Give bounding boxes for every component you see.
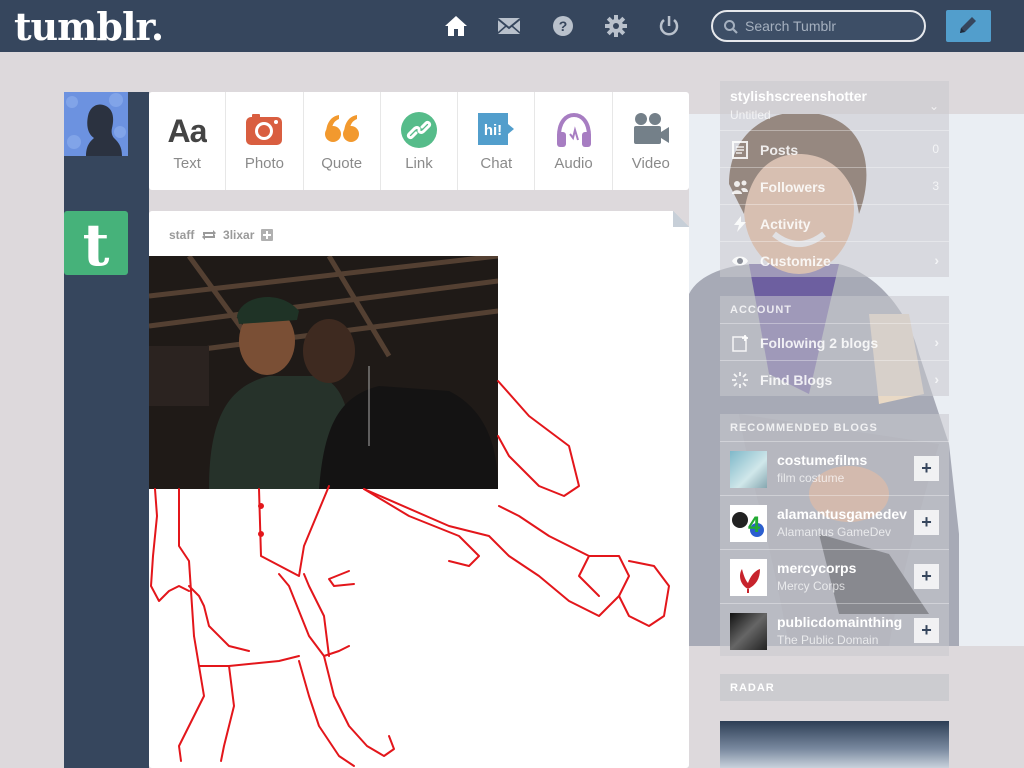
post-type-photo[interactable]: Photo — [226, 92, 304, 190]
search-icon — [724, 20, 738, 34]
chevron-down-icon: ⌄ — [928, 99, 939, 113]
post-author-link[interactable]: staff — [169, 228, 194, 242]
text-icon: Aa — [168, 113, 207, 149]
account-menu: ACCOUNT Following 2 blogs › Find Blogs › — [720, 296, 949, 396]
gear-icon[interactable] — [603, 13, 629, 39]
radar-post-preview[interactable] — [720, 721, 949, 768]
blog-thumbnail — [730, 559, 767, 596]
post-header: staff 3lixar — [169, 227, 273, 242]
follow-button[interactable]: + — [914, 564, 939, 589]
blog-header[interactable]: stylishscreenshotter Untitled ⌄ — [720, 81, 949, 130]
svg-text:t: t — [83, 211, 110, 275]
follow-button[interactable]: + — [914, 456, 939, 481]
pencil-icon — [960, 17, 976, 33]
blog-name: stylishscreenshotter — [730, 88, 867, 104]
post-type-text[interactable]: Aa Text — [149, 92, 227, 190]
reblog-icon — [201, 229, 216, 240]
blog-thumbnail — [730, 613, 767, 650]
mail-icon[interactable] — [496, 13, 522, 39]
follow-plus-icon[interactable] — [260, 228, 273, 241]
account-heading: ACCOUNT — [730, 304, 792, 316]
follow-button[interactable]: + — [914, 510, 939, 535]
avatar[interactable] — [64, 92, 128, 156]
recommended-heading: RECOMMENDED BLOGS — [730, 422, 878, 434]
sidebar-item-posts[interactable]: Posts 0 — [720, 130, 949, 167]
sidebar-item-followers[interactable]: Followers 3 — [720, 167, 949, 204]
post-type-quote[interactable]: Quote — [304, 92, 381, 190]
chevron-right-icon: › — [934, 371, 939, 387]
svg-text:?: ? — [559, 18, 568, 34]
chevron-right-icon: › — [934, 252, 939, 268]
reblogged-from-link[interactable]: 3lixar — [223, 228, 254, 242]
blog-thumbnail — [730, 451, 767, 488]
svg-text:hi!: hi! — [484, 122, 502, 139]
post-photo[interactable] — [149, 256, 498, 489]
tumblr-t-icon: t — [83, 211, 110, 279]
radar-heading: RADAR — [720, 674, 949, 701]
home-icon[interactable] — [443, 13, 469, 39]
post-fold-corner[interactable] — [673, 211, 689, 227]
posts-icon — [732, 141, 748, 159]
post-type-video[interactable]: Video — [613, 92, 689, 190]
recommended-blog-item[interactable]: publicdomainthing The Public Domain + — [720, 603, 949, 657]
post-type-audio[interactable]: Audio — [535, 92, 613, 190]
eye-icon — [732, 256, 748, 266]
recommended-blog-item[interactable]: costumefilms film costume + — [720, 441, 949, 495]
blog-thumbnail: 4 — [730, 505, 767, 542]
search-box[interactable] — [711, 10, 926, 42]
help-icon[interactable]: ? — [550, 13, 576, 39]
chat-icon: hi! — [478, 113, 515, 145]
recommended-blogs: RECOMMENDED BLOGS costumefilms film cost… — [720, 414, 949, 656]
post-type-link[interactable]: Link — [381, 92, 459, 190]
sidebar-item-customize[interactable]: Customize › — [720, 241, 949, 278]
find-blogs-icon — [732, 372, 748, 388]
quote-icon — [324, 115, 359, 142]
sidebar-item-following[interactable]: Following 2 blogs › — [720, 323, 949, 360]
staff-avatar[interactable]: t — [64, 211, 128, 279]
followers-icon — [732, 180, 748, 194]
recommended-blog-item[interactable]: mercycorps Mercy Corps + — [720, 549, 949, 603]
search-input[interactable] — [745, 17, 915, 35]
blog-subtitle: Untitled — [730, 108, 771, 122]
dashboard-left-rail — [64, 92, 149, 768]
svg-text:4: 4 — [748, 512, 761, 537]
headphones-icon — [556, 112, 591, 147]
video-camera-icon — [633, 113, 669, 144]
recommended-blog-item[interactable]: 4 alamantusgamedev Alamantus GameDev + — [720, 495, 949, 549]
activity-icon — [734, 216, 746, 232]
power-icon[interactable] — [656, 13, 682, 39]
blog-menu: stylishscreenshotter Untitled ⌄ Posts 0 … — [720, 81, 949, 277]
svg-text:Aa: Aa — [168, 113, 207, 149]
following-icon — [732, 335, 748, 352]
post-type-chat[interactable]: hi! Chat — [458, 92, 536, 190]
sidebar-item-activity[interactable]: Activity — [720, 204, 949, 241]
top-navigation-bar: tumblr. ? — [0, 0, 1024, 52]
link-icon — [400, 112, 437, 148]
sidebar-item-find-blogs[interactable]: Find Blogs › — [720, 360, 949, 397]
tumblr-logo[interactable]: tumblr. — [14, 4, 164, 49]
compose-post-button[interactable] — [946, 10, 991, 42]
post-type-selector: Aa Text Photo Quote Link hi! Chat Audio … — [149, 92, 689, 190]
chevron-right-icon: › — [934, 334, 939, 350]
follow-button[interactable]: + — [914, 618, 939, 643]
camera-icon — [246, 114, 283, 145]
